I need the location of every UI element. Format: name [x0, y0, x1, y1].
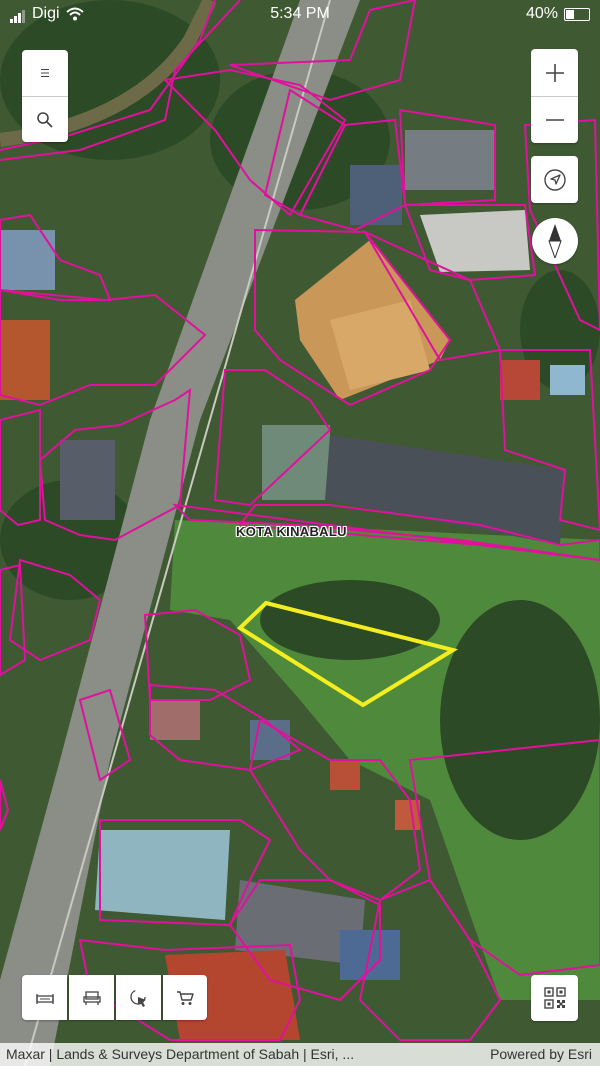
bed-button[interactable] — [22, 975, 67, 1020]
cursor-click-icon — [129, 988, 146, 1007]
search-button[interactable] — [22, 97, 68, 142]
zoom-out-button[interactable] — [531, 97, 578, 143]
cart-icon — [177, 990, 194, 1005]
status-bar: Digi 5:34 PM 40% — [0, 0, 600, 30]
attribution-text[interactable]: Maxar | Lands & Surveys Department of Sa… — [6, 1046, 354, 1062]
zoom-in-button[interactable] — [531, 49, 578, 96]
select-tool-button[interactable] — [116, 975, 161, 1020]
compass-icon — [548, 224, 562, 258]
locate-button[interactable] — [531, 156, 578, 203]
sofa-icon — [82, 990, 101, 1005]
hamburger-icon — [41, 69, 49, 77]
battery-icon — [564, 7, 590, 21]
status-time: 5:34 PM — [270, 5, 330, 22]
menu-button[interactable] — [22, 50, 68, 96]
cart-button[interactable] — [163, 975, 207, 1020]
compass-button[interactable] — [532, 218, 578, 264]
qr-code-icon — [543, 987, 566, 1009]
battery-percent: 40% — [525, 5, 558, 22]
qr-code-button[interactable] — [531, 975, 578, 1021]
search-icon — [37, 111, 53, 128]
bed-icon — [35, 993, 54, 1004]
attribution-bar: Maxar | Lands & Surveys Department of Sa… — [0, 1043, 600, 1066]
location-arrow-icon — [543, 168, 566, 191]
powered-by-esri[interactable]: Powered by Esri — [490, 1046, 592, 1062]
sofa-button[interactable] — [69, 975, 114, 1020]
plus-icon — [545, 63, 564, 82]
place-label: KOTA KINABALU — [236, 524, 347, 539]
minus-icon — [545, 119, 564, 121]
